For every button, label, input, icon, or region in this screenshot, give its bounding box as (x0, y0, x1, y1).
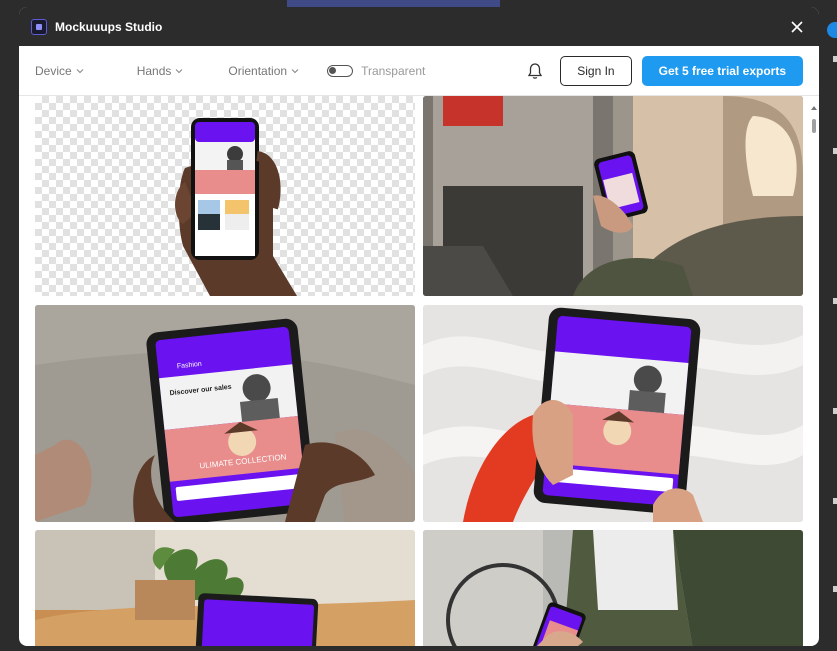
app-title: Mockuuups Studio (55, 19, 163, 34)
gallery-scrollbar[interactable] (811, 97, 817, 637)
transparent-toggle[interactable]: Transparent (327, 64, 425, 78)
hands-dropdown[interactable]: Hands (137, 64, 184, 78)
gallery-tile-phone-bike[interactable] (423, 530, 803, 646)
panel-mark (833, 408, 837, 414)
app-logo-icon (31, 18, 47, 35)
panel-mark (833, 298, 837, 304)
free-trial-button[interactable]: Get 5 free trial exports (641, 55, 803, 86)
modal-titlebar: Mockuuups Studio (19, 7, 819, 46)
toggle-switch[interactable] (327, 64, 354, 77)
bell-icon (528, 62, 543, 79)
hand-phone-mockup-image (175, 118, 297, 296)
close-icon (791, 20, 803, 33)
chevron-down-icon (291, 68, 299, 73)
panel-mark (833, 586, 837, 592)
phone-bike-mockup-image (423, 530, 803, 646)
tablet-water-mockup-image (423, 305, 803, 522)
device-dropdown[interactable]: Device (35, 64, 84, 78)
scroll-thumb[interactable] (812, 119, 816, 133)
airplane-mockup-image (423, 96, 803, 296)
gallery-tile-airplane[interactable] (423, 96, 803, 296)
orientation-dropdown-label: Orientation (228, 63, 288, 78)
background-side-panel (819, 8, 837, 651)
sign-in-button[interactable]: Sign In (560, 55, 632, 86)
gallery-tile-tablet-table[interactable] (35, 530, 415, 646)
gallery-tile-tablet-water[interactable] (423, 305, 803, 522)
gallery-tile-hand-phone[interactable] (35, 96, 415, 296)
mockup-modal: Mockuuups Studio Device Hands Orientatio… (19, 7, 819, 646)
close-button[interactable] (787, 17, 807, 37)
notifications-button[interactable] (525, 60, 545, 82)
mockup-gallery: Fashion Discover our sales ULIMATE COLLE… (19, 96, 819, 646)
orientation-dropdown[interactable]: Orientation (228, 64, 299, 78)
filter-toolbar: Device Hands Orientation Transparent Sig… (19, 46, 819, 96)
gallery-tile-tablet-wall[interactable]: Fashion Discover our sales ULIMATE COLLE… (35, 305, 415, 522)
panel-mark (833, 498, 837, 504)
avatar (827, 22, 837, 38)
chevron-down-icon (76, 68, 84, 73)
device-dropdown-label: Device (35, 63, 72, 78)
panel-mark (833, 148, 837, 154)
tablet-wall-mockup-image: Fashion Discover our sales ULIMATE COLLE… (35, 305, 415, 522)
chevron-down-icon (175, 68, 183, 73)
tablet-table-mockup-image (35, 530, 415, 646)
panel-mark (833, 56, 837, 62)
hands-dropdown-label: Hands (136, 63, 172, 78)
transparent-toggle-label: Transparent (361, 63, 426, 78)
scroll-up-icon[interactable] (811, 105, 817, 111)
